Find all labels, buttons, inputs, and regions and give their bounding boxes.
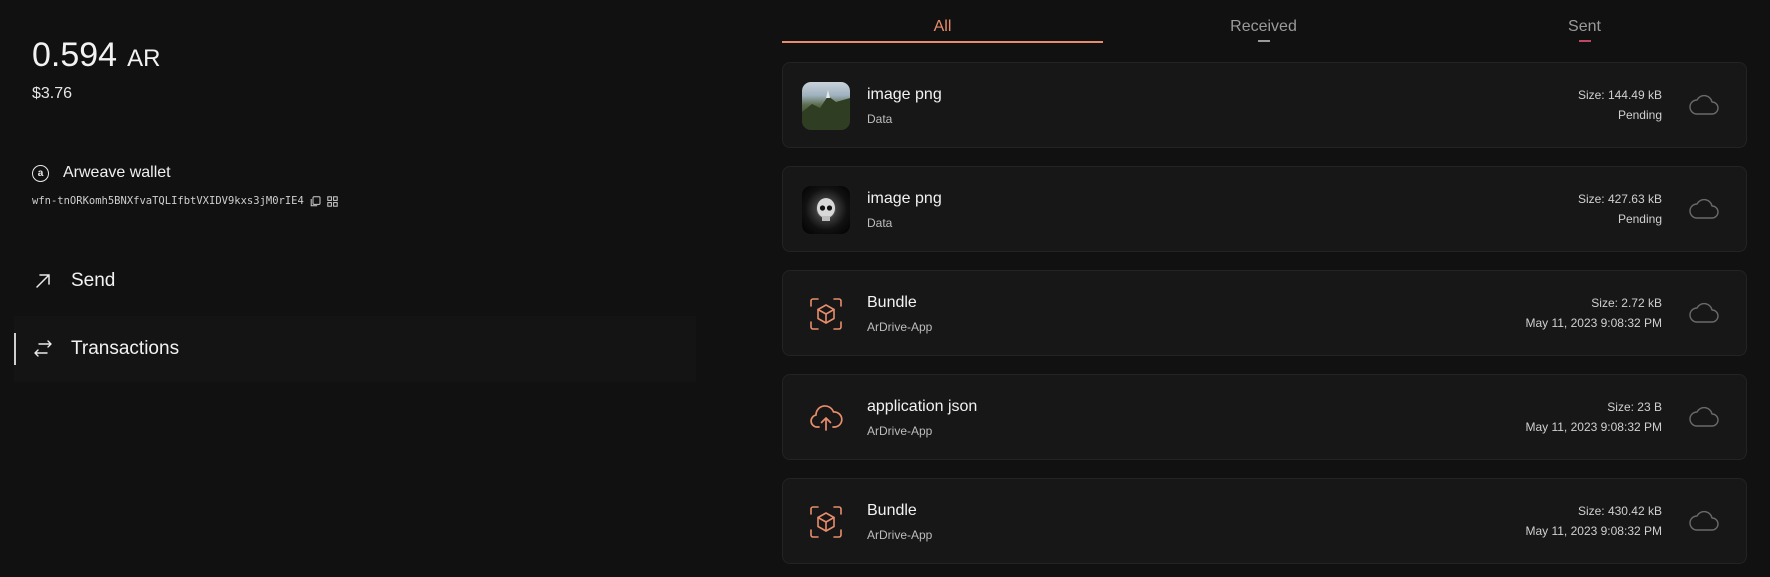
tab-received-marker [1257, 40, 1270, 42]
arrow-up-right-icon [32, 270, 54, 292]
nav-transactions-label: Transactions [71, 338, 180, 359]
bundle-cube-icon [802, 498, 850, 546]
transaction-status: Pending [1617, 108, 1662, 122]
nav-send[interactable]: Send [14, 248, 696, 314]
skull-thumbnail [802, 186, 850, 234]
tab-all[interactable]: All [782, 18, 1103, 43]
tab-sent-label: Sent [1568, 18, 1601, 35]
cloud-icon [1688, 508, 1720, 534]
transaction-title: image png [867, 190, 942, 207]
landscape-thumbnail [802, 82, 850, 130]
wallet-address-text: wfn-tnORKomh5BNXfvaTQLIfbtVXIDV9kxs3jM0r… [32, 195, 304, 207]
cloud-icon [1688, 196, 1720, 222]
tab-received[interactable]: Received [1103, 18, 1424, 42]
transaction-subtitle: ArDrive-App [867, 320, 933, 334]
nav-send-label: Send [71, 270, 116, 291]
qr-code-icon[interactable] [327, 195, 338, 207]
transaction-size: Size: 430.42 kB [1577, 504, 1662, 518]
transaction-subtitle: Data [867, 216, 893, 230]
wallet-panel: 0.594 AR $3.76 a Arweave wallet wfn-tnOR… [0, 0, 700, 577]
bundle-cube-icon [802, 290, 850, 338]
active-indicator [14, 333, 16, 365]
transaction-subtitle: Data [867, 112, 893, 126]
transaction-title: application json [867, 398, 978, 415]
tab-all-label: All [933, 18, 952, 35]
balance-unit: AR [127, 45, 161, 72]
arrows-swap-icon [32, 338, 54, 360]
balance: 0.594 AR [32, 36, 160, 75]
transaction-title: Bundle [867, 294, 917, 311]
balance-amount: 0.594 [32, 36, 118, 74]
wallet-info: a Arweave wallet [32, 164, 171, 182]
transaction-card[interactable]: Bundle ArDrive-App Size: 430.42 kB May 1… [782, 478, 1747, 564]
transaction-status: May 11, 2023 9:08:32 PM [1525, 316, 1662, 330]
transaction-size: Size: 23 B [1607, 400, 1662, 414]
transaction-subtitle: ArDrive-App [867, 528, 933, 542]
transaction-size: Size: 2.72 kB [1591, 296, 1662, 310]
transaction-size: Size: 144.49 kB [1577, 88, 1662, 102]
tab-sent-marker [1578, 40, 1591, 42]
transaction-status: May 11, 2023 9:08:32 PM [1525, 524, 1662, 538]
wallet-address: wfn-tnORKomh5BNXfvaTQLIfbtVXIDV9kxs3jM0r… [32, 195, 338, 207]
transaction-title: Bundle [867, 502, 917, 519]
transaction-subtitle: ArDrive-App [867, 424, 933, 438]
transaction-size: Size: 427.63 kB [1577, 192, 1662, 206]
transaction-card[interactable]: Bundle ArDrive-App Size: 2.72 kB May 11,… [782, 270, 1747, 356]
transaction-card[interactable]: image png Data Size: 427.63 kB Pending [782, 166, 1747, 252]
nav-transactions[interactable]: Transactions [14, 316, 696, 382]
cloud-icon [1688, 300, 1720, 326]
transaction-status: May 11, 2023 9:08:32 PM [1525, 420, 1662, 434]
copy-icon[interactable] [310, 195, 321, 207]
wallet-name: Arweave wallet [63, 164, 171, 181]
arweave-logo-icon: a [32, 164, 49, 182]
transaction-card[interactable]: image png Data Size: 144.49 kB Pending [782, 62, 1747, 148]
tab-received-label: Received [1230, 18, 1297, 35]
transaction-status: Pending [1617, 212, 1662, 226]
transaction-title: image png [867, 86, 942, 103]
cloud-upload-icon [802, 394, 850, 442]
transactions-panel: All Received Sent image png Data Size: 1… [782, 0, 1747, 577]
tab-sent[interactable]: Sent [1424, 18, 1745, 42]
transaction-tabs: All Received Sent [782, 0, 1747, 44]
cloud-icon [1688, 92, 1720, 118]
fiat-balance: $3.76 [32, 85, 73, 102]
cloud-icon [1688, 404, 1720, 430]
transaction-card[interactable]: application json ArDrive-App Size: 23 B … [782, 374, 1747, 460]
